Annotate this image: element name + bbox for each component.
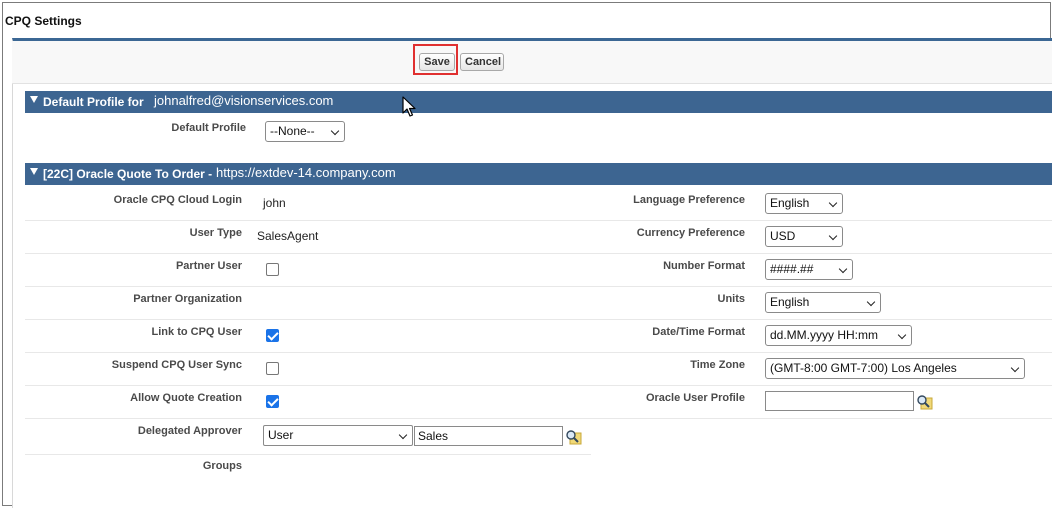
time-zone-select[interactable]: (GMT-8:00 GMT-7:00) Los Angeles (765, 358, 1025, 379)
default-profile-label: Default Profile (171, 122, 246, 134)
number-format-select[interactable]: ####.## (765, 259, 853, 280)
delegated-approver-type-select[interactable]: User (263, 425, 413, 446)
collapse-triangle-icon[interactable] (30, 168, 38, 175)
row-divider (25, 352, 1052, 353)
currency-preference-value: USD (770, 229, 796, 243)
oracle-user-profile-label: Oracle User Profile (645, 392, 745, 404)
chevron-down-icon (838, 264, 848, 274)
time-zone-label: Time Zone (690, 359, 745, 371)
delegated-approver-type-value: User (268, 428, 294, 442)
row-divider (25, 454, 591, 455)
save-button[interactable]: Save (419, 53, 455, 71)
partner-user-label: Partner User (175, 260, 242, 272)
units-value: English (770, 295, 810, 309)
cancel-button[interactable]: Cancel (460, 53, 504, 71)
row-divider (25, 319, 1052, 320)
default-profile-select[interactable]: --None-- (265, 121, 345, 142)
magnifier-lookup-icon[interactable] (916, 394, 933, 410)
partner-organization-label: Partner Organization (133, 293, 242, 305)
number-format-label: Number Format (663, 260, 745, 272)
chevron-down-icon (866, 297, 876, 307)
datetime-format-value: dd.MM.yyyy HH:mm (770, 328, 878, 342)
magnifier-lookup-icon[interactable] (565, 429, 582, 445)
row-divider (25, 385, 1052, 386)
language-preference-value: English (770, 196, 810, 210)
oracle-section-url: https://extdev-14.company.com (216, 165, 396, 180)
chevron-down-icon (398, 430, 408, 440)
allow-quote-label: Allow Quote Creation (130, 392, 242, 404)
cloud-login-label: Oracle CPQ Cloud Login (113, 194, 242, 206)
link-cpq-user-label: Link to CPQ User (151, 326, 242, 338)
delegated-approver-label: Delegated Approver (137, 425, 242, 437)
currency-preference-select[interactable]: USD (765, 226, 843, 247)
allow-quote-checkbox[interactable] (266, 395, 279, 408)
link-cpq-user-checkbox[interactable] (266, 329, 279, 342)
language-preference-select[interactable]: English (765, 193, 843, 214)
delegated-approver-input[interactable]: Sales (414, 426, 563, 446)
row-divider (25, 253, 1052, 254)
default-profile-user-email: johnalfred@visionservices.com (154, 93, 334, 108)
chevron-down-icon (828, 231, 838, 241)
units-label: Units (717, 293, 746, 305)
oracle-user-profile-input[interactable] (765, 391, 914, 411)
units-select[interactable]: English (765, 292, 881, 313)
oracle-section-header-label: [22C] Oracle Quote To Order - (43, 167, 213, 181)
chevron-down-icon (828, 198, 838, 208)
user-type-label: User Type (189, 227, 242, 239)
page-title: CPQ Settings (5, 14, 82, 28)
datetime-format-label: Date/Time Format (652, 326, 745, 338)
datetime-format-select[interactable]: dd.MM.yyyy HH:mm (765, 325, 912, 346)
time-zone-value: (GMT-8:00 GMT-7:00) Los Angeles (770, 361, 957, 375)
oracle-section-header[interactable]: [22C] Oracle Quote To Order - https://ex… (25, 163, 1052, 185)
partner-user-checkbox[interactable] (266, 263, 279, 276)
default-profile-select-value: --None-- (270, 124, 315, 138)
row-divider (25, 286, 1052, 287)
default-profile-header-label: Default Profile for (43, 95, 144, 109)
language-preference-label: Language Preference (633, 194, 745, 206)
chevron-down-icon (1010, 363, 1020, 373)
row-divider (25, 418, 1052, 419)
number-format-value: ####.## (770, 262, 814, 276)
mouse-pointer-icon (402, 96, 416, 117)
default-profile-section-header[interactable]: Default Profile for johnalfred@visionser… (25, 91, 1052, 113)
chevron-down-icon (897, 330, 907, 340)
chevron-down-icon (330, 126, 340, 136)
row-divider (25, 220, 1052, 221)
collapse-triangle-icon[interactable] (30, 96, 38, 103)
suspend-sync-checkbox[interactable] (266, 362, 279, 375)
user-type-value: SalesAgent (257, 229, 319, 243)
cloud-login-value: john (263, 196, 286, 210)
suspend-sync-label: Suspend CPQ User Sync (111, 359, 242, 371)
button-bar (12, 41, 1052, 84)
currency-preference-label: Currency Preference (636, 227, 745, 239)
groups-label: Groups (202, 460, 242, 472)
